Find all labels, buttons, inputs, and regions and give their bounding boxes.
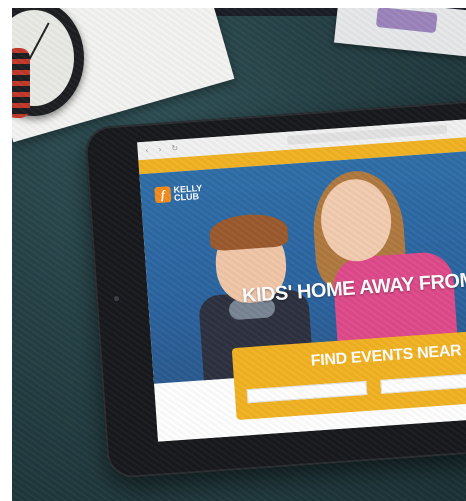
find-events-title: FIND EVENTS NEAR [310, 342, 462, 370]
photo-scene: ‹ › ↻ f KELLY CLUB KIDS' HOME AWAY FROM [12, 8, 466, 501]
logo-mark-icon: f [154, 186, 172, 204]
notebook [333, 8, 466, 58]
browser-nav-icons: ‹ › ↻ [145, 143, 183, 155]
boy-hair [208, 212, 289, 252]
tablet-screen: ‹ › ↻ f KELLY CLUB KIDS' HOME AWAY FROM [137, 115, 466, 442]
date-input[interactable] [380, 372, 466, 394]
logo-text: KELLY CLUB [173, 182, 203, 203]
home-button-icon [113, 295, 120, 302]
tablet-device: ‹ › ↻ f KELLY CLUB KIDS' HOME AWAY FROM [84, 98, 466, 480]
site-logo: f KELLY CLUB [154, 182, 206, 204]
clock-strap [12, 48, 30, 118]
location-input[interactable] [246, 380, 368, 404]
